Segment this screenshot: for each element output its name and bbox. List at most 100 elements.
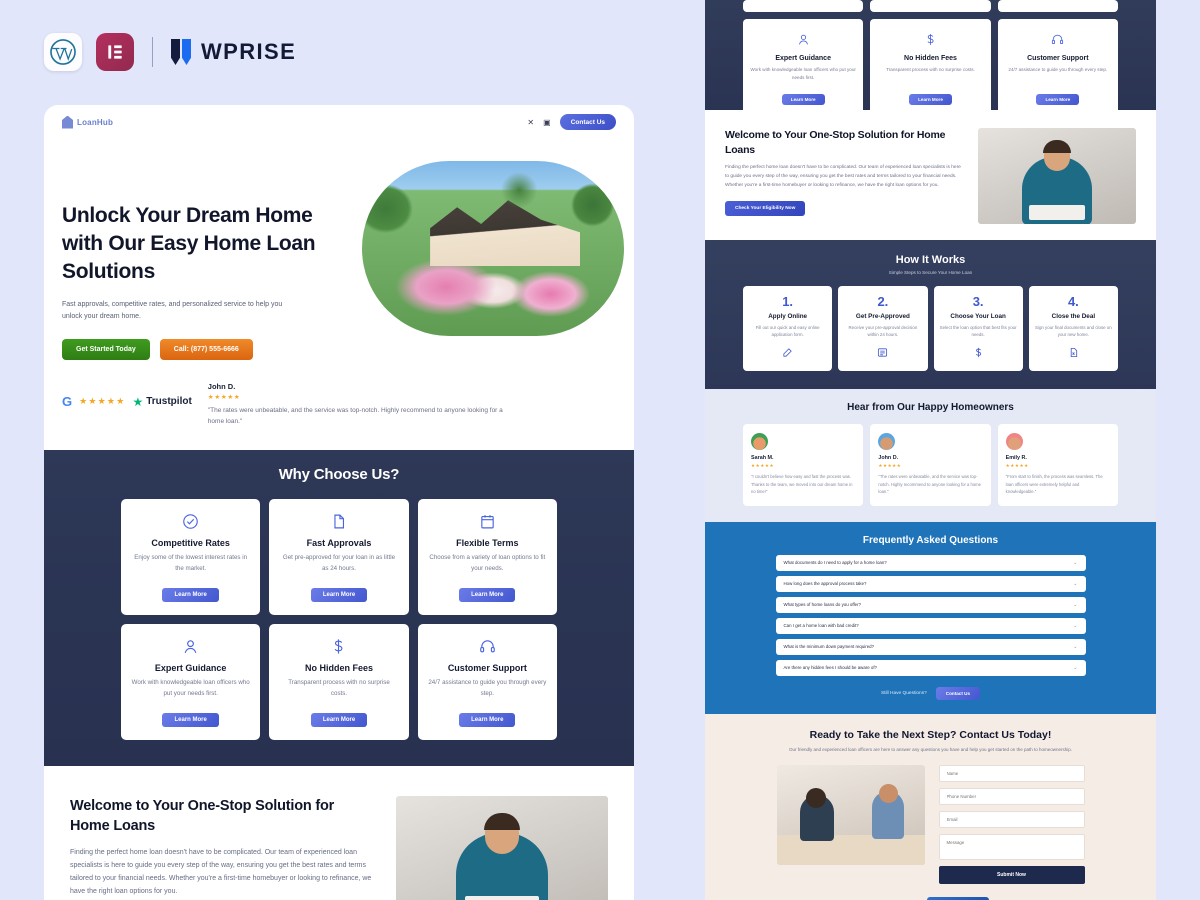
testimonial-quote: "The rates were unbeatable, and the serv… <box>878 473 981 495</box>
wprise-mark-icon <box>171 39 191 65</box>
faq-question: How long does the approval process take? <box>783 581 867 587</box>
learn-more-button[interactable]: Learn More <box>162 587 219 602</box>
testimonial-name: John D. <box>207 382 236 391</box>
email-field[interactable] <box>938 810 1085 828</box>
hero-subtext: Fast approvals, competitive rates, and p… <box>62 300 283 320</box>
chevron-down-icon: ⌄ <box>1073 601 1078 608</box>
contact-form: Submit Now <box>938 764 1085 884</box>
learn-more-button[interactable]: Learn More <box>310 587 368 602</box>
how-step-card: 2. Get Pre-Approved Receive your pre-app… <box>838 286 928 371</box>
call-button[interactable]: Call: (877) 555-6666 <box>159 338 253 360</box>
hero-testimonial: John D. ★★★★★ "The rates were unbeatable… <box>208 382 518 428</box>
welcome-photo <box>396 795 608 900</box>
get-started-button[interactable]: Get Started Today <box>62 338 150 360</box>
learn-more-button[interactable]: Learn More <box>909 94 952 105</box>
google-stars: ★★★★★ <box>79 396 126 406</box>
x-twitter-icon[interactable]: ✕ <box>527 118 534 127</box>
name-field[interactable] <box>938 764 1085 782</box>
feature-desc: Enjoy some of the lowest interest rates … <box>134 553 248 572</box>
faq-item[interactable]: Can I get a home loan with bad credit? ⌄ <box>775 617 1086 634</box>
feature-desc: 24/7 assistance to guide you through eve… <box>1008 67 1108 72</box>
faq-item[interactable]: How long does the approval process take?… <box>775 575 1086 592</box>
feature-desc: Get pre-approved for your loan in as lit… <box>282 553 396 572</box>
feature-card: No Hidden Fees Transparent process with … <box>870 19 991 110</box>
learn-more-button[interactable]: Learn More <box>162 712 219 727</box>
avatar <box>878 432 896 450</box>
feature-card: No Hidden Fees Transparent process with … <box>269 623 409 740</box>
how-step-card: 1. Apply Online Fill out our quick and e… <box>743 286 833 371</box>
google-icon: G <box>62 394 73 409</box>
chevron-down-icon: ⌄ <box>1073 664 1078 671</box>
welcome-heading: Welcome to Your One-Stop Solution for Ho… <box>725 129 946 156</box>
contact-us-button[interactable]: Contact Us <box>559 114 616 130</box>
why-choose-us-cards-continued: Expert Guidance Work with knowledgeable … <box>705 0 1156 110</box>
chevron-down-icon: ⌄ <box>1073 559 1078 566</box>
chevron-down-icon: ⌄ <box>1073 580 1078 587</box>
feature-title: Customer Support <box>1027 55 1089 62</box>
full-page-preview-panel: Expert Guidance Work with knowledgeable … <box>705 0 1156 900</box>
testimonial-name: Sarah M. <box>751 454 774 461</box>
feature-card-grid: Competitive Rates Enjoy some of the lowe… <box>121 498 557 740</box>
dollar-icon <box>940 345 1017 363</box>
how-it-works-section: How It Works Simple Steps to Secure Your… <box>705 240 1156 389</box>
step-desc: Select the loan option that best fits yo… <box>939 325 1017 338</box>
faq-cta-row: Still Have Questions? Contact Us <box>705 686 1156 700</box>
learn-more-button[interactable]: Learn More <box>310 712 368 727</box>
feature-title: Customer Support <box>447 662 527 673</box>
instagram-icon[interactable]: ▣ <box>543 118 551 127</box>
feature-card: Fast Approvals Get pre-approved for your… <box>269 498 409 615</box>
avatar <box>751 432 768 450</box>
faq-item[interactable]: What documents do I need to apply for a … <box>775 554 1086 571</box>
faq-contact-button[interactable]: Contact Us <box>935 686 981 700</box>
step-desc: Sign your final documents and close on y… <box>1035 325 1112 338</box>
learn-more-button[interactable]: Learn More <box>459 587 516 602</box>
learn-more-button[interactable]: Learn More <box>1036 94 1080 105</box>
faq-item[interactable]: What types of home loans do you offer? ⌄ <box>775 596 1086 613</box>
trustpilot-star-icon: ★ <box>132 394 144 409</box>
feature-card: Competitive Rates Enjoy some of the lowe… <box>121 498 261 615</box>
trust-strip: G ★★★★★ ★ Trustpilot John D. ★★★★★ "The … <box>44 374 634 450</box>
faq-item[interactable]: What is the minimum down payment require… <box>775 638 1086 655</box>
trustpilot-badge: ★ Trustpilot <box>132 395 191 409</box>
message-field[interactable] <box>938 833 1085 860</box>
phone-field[interactable] <box>938 787 1085 805</box>
testimonials-heading: Hear from Our Happy Homeowners <box>847 401 1014 413</box>
hero-heading: Unlock Your Dream Home with Our Easy Hom… <box>62 204 316 283</box>
feature-card: Expert Guidance Work with knowledgeable … <box>121 623 261 740</box>
wprise-wordmark: WPRISE <box>201 39 297 64</box>
site-logo[interactable]: LoanHub <box>62 115 114 129</box>
learn-more-button[interactable]: Learn More <box>781 94 825 105</box>
step-title: Choose Your Loan <box>950 313 1006 320</box>
step-title: Apply Online <box>768 313 808 320</box>
contact-subheading: Our friendly and experienced loan office… <box>788 746 1073 752</box>
feature-title: Fast Approvals <box>306 537 372 548</box>
feature-desc: Transparent process with no surprise cos… <box>288 678 390 697</box>
faq-section: Frequently Asked Questions What document… <box>705 521 1156 714</box>
feature-desc: Work with knowledgeable loan officers wh… <box>750 67 856 80</box>
feature-card-partial <box>997 0 1118 12</box>
step-desc: Receive your pre-approval decision withi… <box>848 325 918 338</box>
testimonial-quote: "I couldn't believe how easy and fast th… <box>751 473 853 495</box>
submit-button[interactable]: Submit Now <box>938 865 1085 884</box>
elementor-icon <box>96 33 134 71</box>
faq-cta-text: Still Have Questions? <box>880 690 927 696</box>
learn-more-button[interactable]: Learn More <box>459 712 516 727</box>
feature-card-row-2: Expert Guidance Work with knowledgeable … <box>743 19 1118 110</box>
feature-card: Flexible Terms Choose from a variety of … <box>417 498 557 615</box>
site-logo-text: LoanHub <box>77 117 114 127</box>
how-step-card: 4. Close the Deal Sign your final docume… <box>1028 286 1118 371</box>
feature-card: Customer Support 24/7 assistance to guid… <box>997 19 1118 110</box>
hero-cta-group: Get Started Today Call: (877) 555-6666 <box>62 338 616 360</box>
testimonial-stars: ★★★★★ <box>207 394 241 401</box>
testimonial-quote: "The rates were unbeatable, and the serv… <box>207 407 503 426</box>
headset-icon <box>428 636 547 658</box>
testimonial-grid: Sarah M. ★★★★★ "I couldn't believe how e… <box>743 423 1118 506</box>
step-title: Close the Deal <box>1051 313 1096 320</box>
contact-section: Ready to Take the Next Step? Contact Us … <box>705 713 1156 900</box>
faq-question: Can I get a home loan with bad credit? <box>783 623 859 629</box>
faq-question: What documents do I need to apply for a … <box>783 560 887 566</box>
check-eligibility-button[interactable]: Check Your Eligibility Now <box>725 200 806 216</box>
faq-item[interactable]: Are there any hidden fees I should be aw… <box>775 659 1086 676</box>
faq-question: Are there any hidden fees I should be aw… <box>783 665 878 671</box>
check-circle-icon <box>131 511 250 533</box>
